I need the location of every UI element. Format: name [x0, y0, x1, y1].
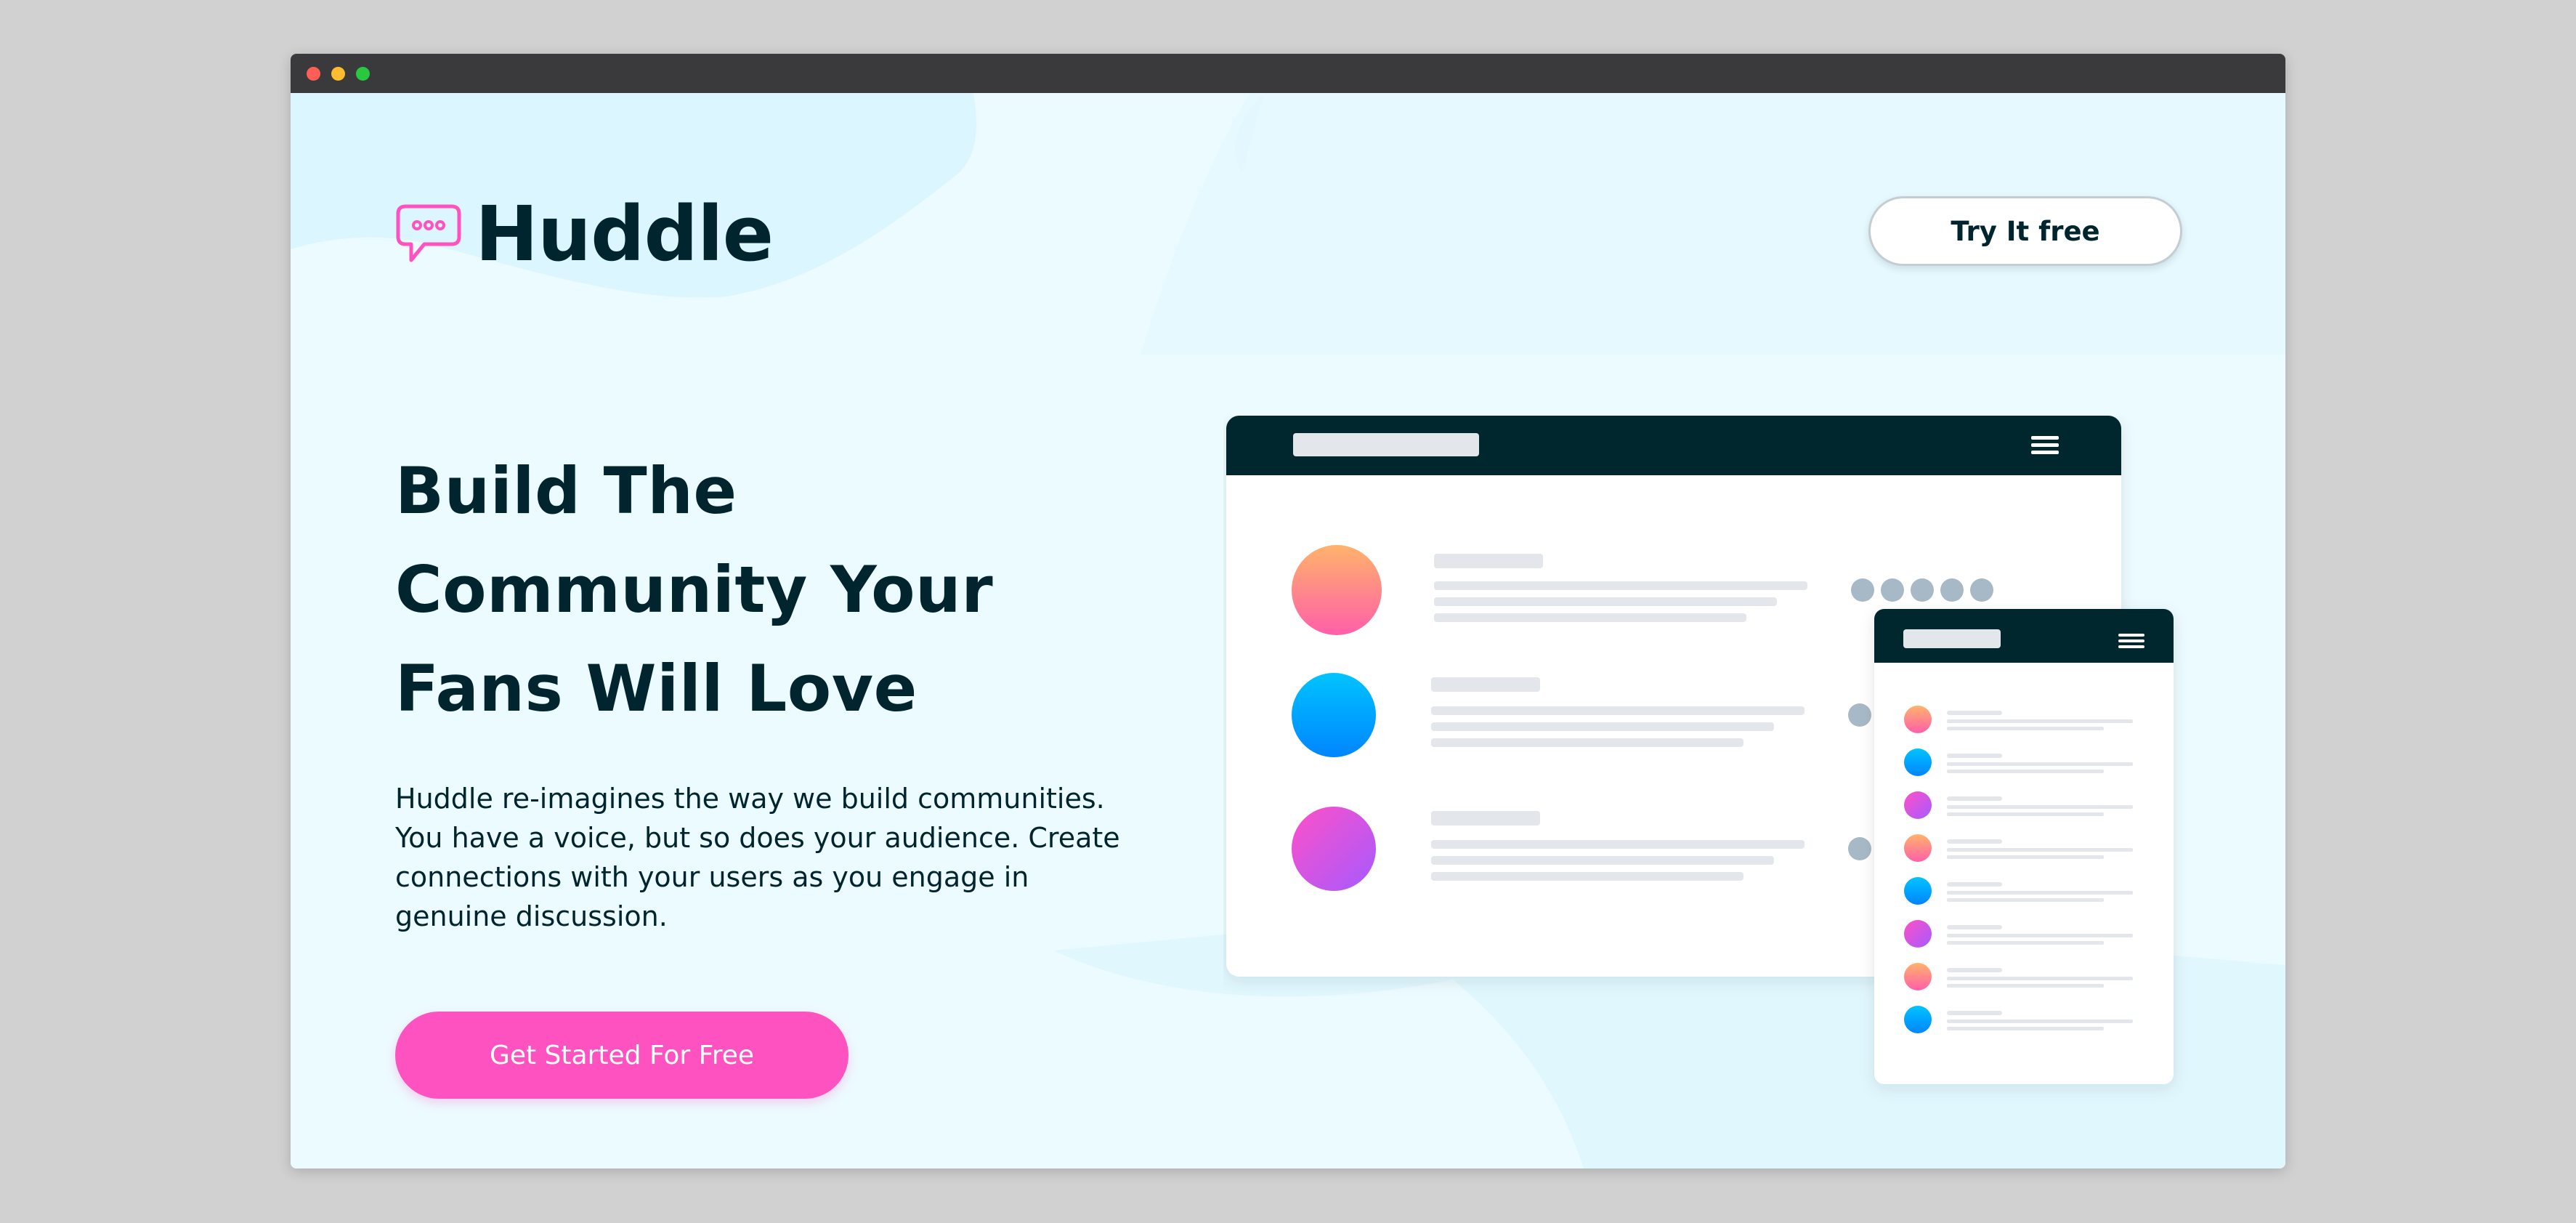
get-started-button[interactable]: Get Started For Free [395, 1012, 848, 1099]
try-it-free-button[interactable]: Try It free [1868, 196, 2182, 266]
brand-logo[interactable]: Huddle [395, 190, 774, 278]
headline-line: Community Your [395, 552, 994, 627]
hamburger-icon [2031, 436, 2059, 454]
avatar [1292, 673, 1376, 757]
hero-headline: Build The Community Your Fans Will Love [395, 442, 1122, 738]
chat-bubble-icon [396, 204, 461, 262]
mobile-mockup [1874, 609, 2174, 1084]
description-line: connections with your users as you engag… [395, 861, 1029, 893]
avatar [1292, 807, 1376, 891]
description-line: Huddle re-imagines the way we build comm… [395, 783, 1105, 815]
hero-description: Huddle re-imagines the way we build comm… [395, 779, 1122, 936]
headline-line: Build The [395, 453, 737, 528]
zoom-window-button[interactable] [356, 67, 370, 81]
landing-page: Huddle Try It free Build The Community Y… [291, 93, 2285, 1168]
browser-window: Huddle Try It free Build The Community Y… [291, 54, 2285, 1168]
headline-line: Fans Will Love [395, 651, 918, 726]
close-window-button[interactable] [307, 67, 320, 81]
brand-name: Huddle [475, 190, 774, 278]
description-line: You have a voice, but so does your audie… [395, 822, 1120, 854]
minimize-window-button[interactable] [331, 67, 345, 81]
browser-titlebar [291, 54, 2285, 93]
description-line: genuine discussion. [395, 900, 668, 932]
avatar [1292, 545, 1382, 635]
app-mockup-illustration [1226, 416, 2174, 1084]
